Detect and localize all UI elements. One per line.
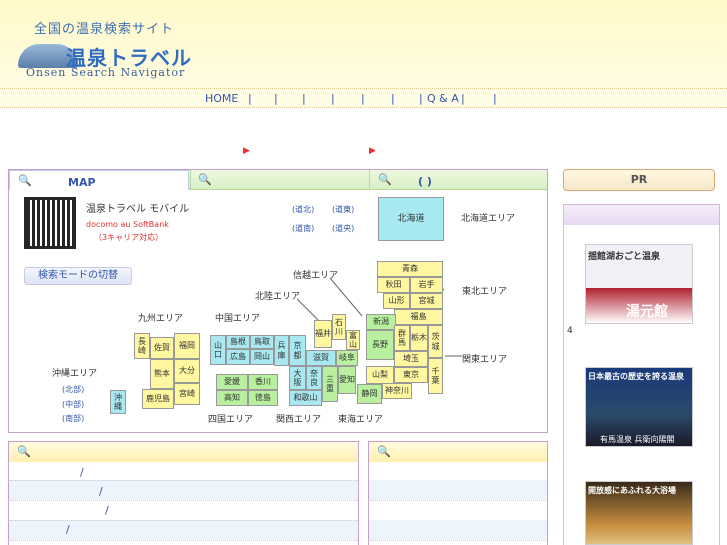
pref-aichi[interactable]: 愛知: [338, 366, 356, 394]
pref-tottori[interactable]: 鳥取: [250, 335, 274, 349]
row-slash[interactable]: /: [99, 485, 103, 498]
pref-akita[interactable]: 秋田: [377, 277, 410, 293]
ad2-title: 日本最古の歴史を誇る温泉: [588, 372, 684, 381]
row-divider: [370, 540, 546, 541]
table-row: [369, 520, 547, 540]
bottom-right-header: 🔍: [369, 442, 547, 462]
pref-iwate[interactable]: 岩手: [410, 277, 443, 293]
pref-okayama[interactable]: 岡山: [250, 349, 274, 365]
pref-okinawa[interactable]: 沖縄: [110, 390, 126, 414]
pref-fukui[interactable]: 福井: [314, 320, 332, 348]
row-divider: [370, 500, 546, 501]
pref-tokyo[interactable]: 東京: [394, 367, 428, 383]
ad-banner-2[interactable]: 日本最古の歴史を誇る温泉 有馬温泉 兵衛向陽閣: [585, 367, 693, 447]
pref-wakayama[interactable]: 和歌山: [289, 390, 322, 406]
pref-yamagata[interactable]: 山形: [383, 293, 410, 309]
pref-shimane[interactable]: 島根: [226, 335, 250, 349]
search-icon: 🔍: [377, 445, 391, 458]
ad2-name: 有馬温泉 兵衛向陽閣: [600, 435, 675, 444]
pref-miyagi[interactable]: 宮城: [410, 293, 443, 309]
pref-kagoshima[interactable]: 鹿児島: [142, 389, 174, 409]
ad3-title: 開放感にあふれる大浴場: [588, 486, 676, 495]
pref-aomori[interactable]: 青森: [377, 261, 443, 277]
pref-saga[interactable]: 佐賀: [150, 337, 174, 359]
pref-gifu[interactable]: 岐阜: [336, 350, 358, 366]
pref-kagawa[interactable]: 香川: [248, 374, 278, 390]
pref-saitama[interactable]: 埼玉: [394, 351, 428, 367]
pref-kanagawa[interactable]: 神奈川: [382, 383, 412, 399]
ad-banner-1[interactable]: 揺館湖おごと温泉 湯元館: [585, 244, 693, 324]
pref-ishikawa[interactable]: 石川: [332, 314, 346, 340]
pref-ibaraki[interactable]: 茨城: [428, 325, 443, 358]
pref-gunma[interactable]: 群馬: [394, 325, 410, 351]
pref-nara[interactable]: 奈良: [306, 366, 322, 390]
pref-fukuoka[interactable]: 福岡: [174, 333, 200, 359]
pref-toyama[interactable]: 富山: [346, 330, 360, 350]
row-divider: [10, 500, 358, 501]
pref-miyazaki[interactable]: 宮崎: [174, 383, 200, 405]
pref-nagasaki[interactable]: 長崎: [134, 333, 150, 359]
pref-ehime[interactable]: 愛媛: [216, 374, 248, 390]
pref-kochi[interactable]: 高知: [216, 390, 248, 406]
ad-banner-3[interactable]: 開放感にあふれる大浴場: [585, 481, 693, 545]
pref-shiga[interactable]: 滋賀: [306, 350, 336, 366]
ad1-name: 湯元館: [626, 304, 668, 320]
pref-fukushima[interactable]: 福島: [394, 309, 443, 325]
sidebar-num: 4: [567, 326, 573, 336]
pref-oita[interactable]: 大分: [174, 359, 200, 383]
pref-tokushima[interactable]: 徳島: [248, 390, 278, 406]
pref-mie[interactable]: 三重: [322, 366, 338, 402]
row-slash[interactable]: /: [80, 466, 84, 479]
row-slash[interactable]: /: [105, 504, 109, 517]
row-divider: [10, 540, 358, 541]
pr-header: PR: [563, 169, 715, 191]
pref-kyoto[interactable]: 京都: [289, 335, 306, 366]
table-row: [9, 480, 358, 500]
row-divider: [10, 480, 358, 481]
pref-hyogo[interactable]: 兵庫: [274, 335, 289, 366]
search-icon: 🔍: [17, 445, 31, 458]
pref-kumamoto[interactable]: 熊本: [150, 359, 174, 389]
pref-yamaguchi[interactable]: 山口: [210, 335, 226, 365]
pref-hiroshima[interactable]: 広島: [226, 349, 250, 365]
bottom-left-header: 🔍: [9, 442, 358, 462]
pref-nagano[interactable]: 長野: [366, 330, 394, 360]
pref-yamanashi[interactable]: 山梨: [366, 366, 394, 384]
pref-osaka[interactable]: 大阪: [289, 366, 306, 390]
pref-niigata[interactable]: 新潟: [366, 314, 396, 330]
sidebar-panel-header: [564, 205, 719, 225]
pref-shizuoka[interactable]: 静岡: [357, 384, 382, 404]
row-slash[interactable]: /: [66, 523, 70, 536]
pref-hokkaido[interactable]: 北海道: [378, 197, 444, 241]
pref-tochigi[interactable]: 栃木: [410, 325, 428, 351]
table-row: [9, 520, 358, 540]
row-divider: [10, 520, 358, 521]
ad1-title: 揺館湖おごと温泉: [588, 252, 661, 262]
table-row: [369, 480, 547, 500]
pref-chiba[interactable]: 千葉: [428, 358, 443, 394]
